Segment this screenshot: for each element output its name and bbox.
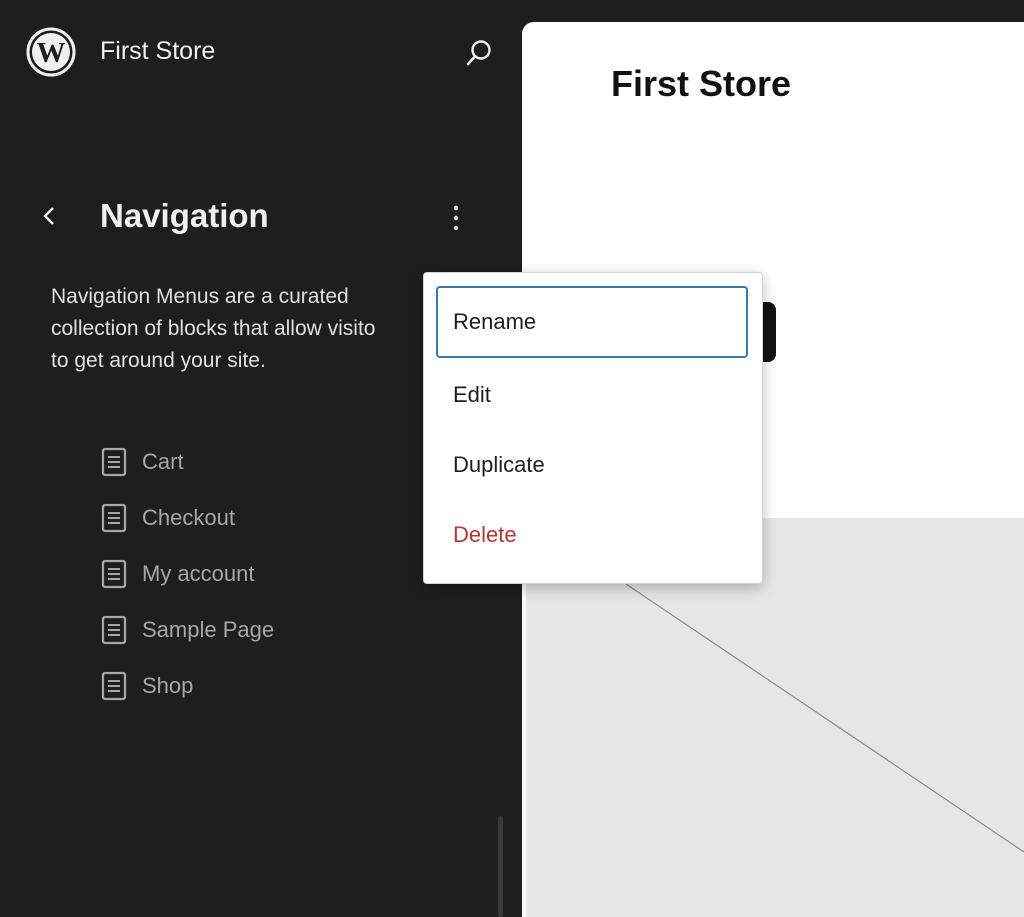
menu-item-label: Sample Page: [142, 617, 275, 642]
page-icon: [101, 559, 127, 589]
menu-item-checkout[interactable]: Checkout: [100, 490, 274, 546]
more-vertical-icon[interactable]: [440, 200, 472, 236]
description-line: collection of blocks that allow visito: [51, 317, 376, 340]
menu-item-sample-page[interactable]: Sample Page: [100, 602, 274, 658]
preview-heading-fragment: [762, 302, 776, 362]
search-icon[interactable]: [462, 36, 496, 70]
menu-item-label: Cart: [142, 449, 184, 474]
preview-site-title: First Store: [611, 63, 792, 104]
navigation-menu-list: Cart Checkout My account Sample Page Sho…: [100, 434, 274, 714]
page-icon: [101, 671, 127, 701]
site-name[interactable]: First Store: [100, 36, 215, 66]
svg-text:W: W: [37, 37, 66, 69]
menu-item-label: Shop: [142, 673, 194, 698]
panel-title: Navigation: [100, 197, 269, 234]
sidebar-scrollbar[interactable]: [498, 816, 503, 917]
page-icon: [101, 503, 127, 533]
rename-menu-item[interactable]: Rename: [436, 286, 748, 358]
chevron-left-icon[interactable]: [36, 200, 64, 232]
page-icon: [101, 615, 127, 645]
description-line: to get around your site.: [51, 349, 266, 372]
menu-item-label: Checkout: [142, 505, 235, 530]
delete-menu-item[interactable]: Delete: [436, 499, 748, 571]
edit-menu-item[interactable]: Edit: [436, 359, 748, 431]
panel-description: Navigation Menus are a curated collectio…: [51, 281, 427, 381]
menu-item-shop[interactable]: Shop: [100, 658, 274, 714]
duplicate-menu-item[interactable]: Duplicate: [436, 429, 748, 501]
wordpress-logo-icon[interactable]: W: [26, 27, 76, 77]
more-actions-dropdown: Rename Edit Duplicate Delete: [423, 272, 763, 584]
menu-item-label: My account: [142, 561, 255, 586]
description-line: Navigation Menus are a curated: [51, 285, 349, 308]
page-icon: [101, 447, 127, 477]
menu-item-cart[interactable]: Cart: [100, 434, 274, 490]
menu-item-my-account[interactable]: My account: [100, 546, 274, 602]
